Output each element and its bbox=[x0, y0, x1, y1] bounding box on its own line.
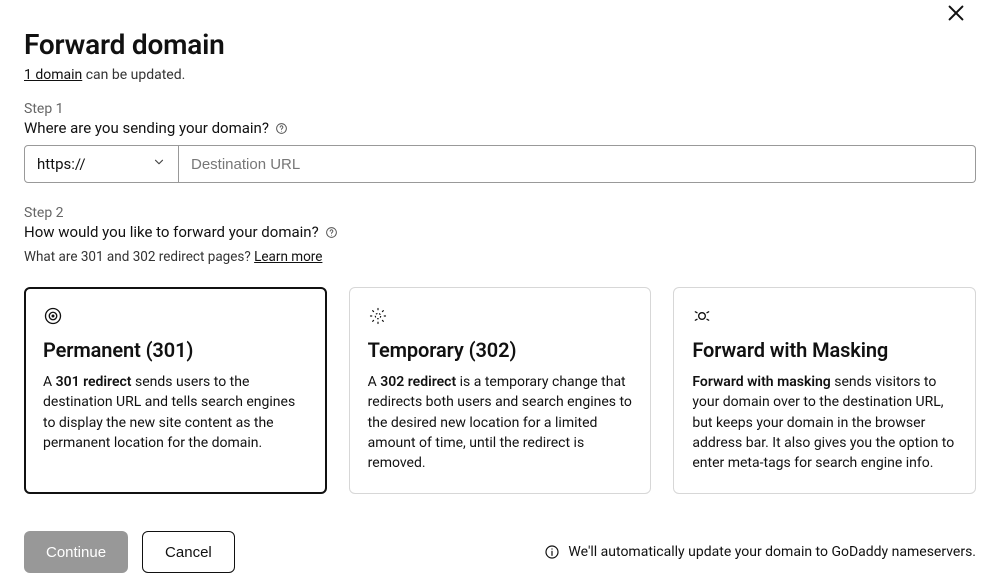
domain-count-link[interactable]: 1 domain bbox=[24, 67, 82, 83]
card-desc-bold: Forward with masking bbox=[692, 374, 830, 390]
dialog-content: Forward domain 1 domain can be updated. … bbox=[0, 0, 1000, 494]
step-1-question: Where are you sending your domain? bbox=[24, 119, 976, 137]
forward-type-cards: Permanent (301) A 301 redirect sends use… bbox=[24, 287, 976, 494]
step-1-question-text: Where are you sending your domain? bbox=[24, 119, 269, 137]
help-icon[interactable] bbox=[325, 225, 339, 239]
card-desc-bold: 302 redirect bbox=[380, 374, 456, 390]
step-1: Step 1 Where are you sending your domain… bbox=[24, 101, 976, 183]
card-desc: A 301 redirect sends users to the destin… bbox=[43, 372, 308, 453]
destination-input-row: https:// bbox=[24, 145, 976, 183]
destination-url-input[interactable] bbox=[179, 145, 976, 183]
step-2: Step 2 How would you like to forward you… bbox=[24, 205, 976, 265]
continue-button[interactable]: Continue bbox=[24, 531, 128, 573]
card-desc: Forward with masking sends visitors to y… bbox=[692, 372, 957, 473]
card-desc-bold: 301 redirect bbox=[56, 374, 132, 390]
redirect-hint: What are 301 and 302 redirect pages? Lea… bbox=[24, 249, 976, 265]
info-icon bbox=[544, 544, 560, 560]
close-icon bbox=[945, 2, 967, 27]
chevron-down-icon bbox=[152, 155, 166, 173]
card-title: Permanent (301) bbox=[43, 338, 308, 362]
step-1-label: Step 1 bbox=[24, 101, 976, 117]
page-title: Forward domain bbox=[24, 28, 976, 61]
card-forward-masking[interactable]: Forward with Masking Forward with maskin… bbox=[673, 287, 976, 494]
redirect-hint-text: What are 301 and 302 redirect pages? bbox=[24, 249, 254, 265]
subtitle: 1 domain can be updated. bbox=[24, 67, 976, 83]
sun-icon bbox=[368, 306, 388, 326]
protocol-select[interactable]: https:// bbox=[24, 145, 179, 183]
footer-note: We'll automatically update your domain t… bbox=[544, 544, 976, 560]
step-2-label: Step 2 bbox=[24, 205, 976, 221]
card-title: Temporary (302) bbox=[368, 338, 633, 362]
card-desc: A 302 redirect is a temporary change tha… bbox=[368, 372, 633, 473]
footer: Continue Cancel We'll automatically upda… bbox=[0, 531, 1000, 573]
subtitle-rest: can be updated. bbox=[82, 67, 185, 83]
close-button[interactable] bbox=[942, 0, 970, 28]
step-2-question-text: How would you like to forward your domai… bbox=[24, 223, 319, 241]
card-desc-prefix: A bbox=[368, 374, 381, 390]
footer-note-text: We'll automatically update your domain t… bbox=[568, 544, 976, 560]
card-desc-prefix: A bbox=[43, 374, 56, 390]
target-icon bbox=[43, 306, 63, 326]
help-icon[interactable] bbox=[275, 121, 289, 135]
mask-icon bbox=[692, 306, 712, 326]
card-temporary-302[interactable]: Temporary (302) A 302 redirect is a temp… bbox=[349, 287, 652, 494]
card-permanent-301[interactable]: Permanent (301) A 301 redirect sends use… bbox=[24, 287, 327, 494]
learn-more-link[interactable]: Learn more bbox=[254, 249, 322, 265]
footer-actions: Continue Cancel bbox=[24, 531, 235, 573]
protocol-value: https:// bbox=[37, 155, 86, 173]
cancel-button[interactable]: Cancel bbox=[142, 531, 235, 573]
step-2-question: How would you like to forward your domai… bbox=[24, 223, 976, 241]
card-title: Forward with Masking bbox=[692, 338, 957, 362]
